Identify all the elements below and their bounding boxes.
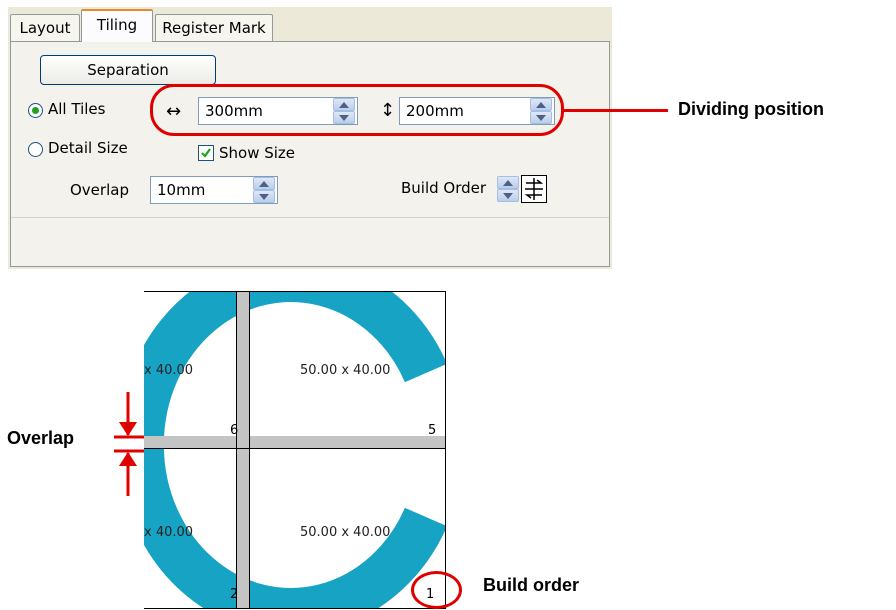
- tile-border: [236, 291, 237, 609]
- letter-shapes: [144, 291, 446, 609]
- overlap-label: Overlap: [70, 181, 129, 199]
- spin-up-icon: [503, 180, 513, 186]
- tile-border: [144, 448, 446, 449]
- tile-number: 6: [230, 423, 239, 438]
- vertical-overlap-gap: [236, 291, 250, 609]
- overlap-marker-arrows: [114, 392, 144, 496]
- all-tiles-label: All Tiles: [48, 100, 106, 118]
- spin-up-icon: [259, 181, 269, 187]
- tab-register-mark[interactable]: Register Mark: [155, 14, 273, 41]
- overlap-annotation: Overlap: [7, 428, 75, 448]
- show-size-checkbox[interactable]: [198, 145, 214, 161]
- spin-down-icon: [503, 193, 513, 199]
- tab-layout[interactable]: Layout: [10, 14, 80, 41]
- horizontal-overlap-gap: [144, 436, 446, 448]
- tile-size-label: x 40.00: [144, 363, 194, 378]
- dividing-position-highlight: [150, 84, 564, 136]
- all-tiles-radio[interactable]: [28, 103, 43, 118]
- build-order-highlight: [411, 571, 462, 609]
- dividing-position-annotation: Dividing position: [678, 99, 824, 119]
- tab-tiling[interactable]: Tiling: [81, 9, 153, 42]
- dividing-position-leader-line: [564, 109, 668, 112]
- tile-size-label: 50.00 x 40.00: [300, 525, 391, 540]
- detail-size-radio[interactable]: [28, 142, 43, 157]
- letter-fragment-shape: [144, 455, 160, 539]
- overlap-input[interactable]: [151, 177, 251, 203]
- tile-border: [144, 608, 446, 609]
- tile-number: 5: [428, 423, 437, 438]
- radio-selected-dot: [32, 107, 39, 114]
- build-order-annotation: Build order: [483, 575, 580, 595]
- spin-down-icon: [259, 194, 269, 200]
- tile-number: 2: [230, 587, 239, 602]
- show-size-label: Show Size: [219, 144, 296, 162]
- tile-size-label: 50.00 x 40.00: [300, 363, 391, 378]
- build-order-spin-button[interactable]: [497, 176, 519, 202]
- overlap-spin-button[interactable]: [253, 177, 275, 203]
- overlap-field[interactable]: [150, 176, 278, 204]
- panel-divider: [11, 217, 609, 218]
- build-order-label: Build Order: [401, 179, 487, 197]
- checkmark-icon: [201, 148, 211, 158]
- tile-preview: x 40.00 6 50.00 x 40.00 5 x 40.00 2 50.0…: [144, 291, 446, 609]
- letter-c-shape: [144, 291, 446, 609]
- separation-button[interactable]: Separation: [40, 55, 216, 85]
- tile-border: [249, 291, 250, 609]
- tile-border: [445, 291, 446, 609]
- detail-size-label: Detail Size: [48, 139, 128, 157]
- build-order-icon[interactable]: [521, 175, 547, 203]
- tile-size-label: x 40.00: [144, 525, 194, 540]
- tile-border: [144, 291, 446, 292]
